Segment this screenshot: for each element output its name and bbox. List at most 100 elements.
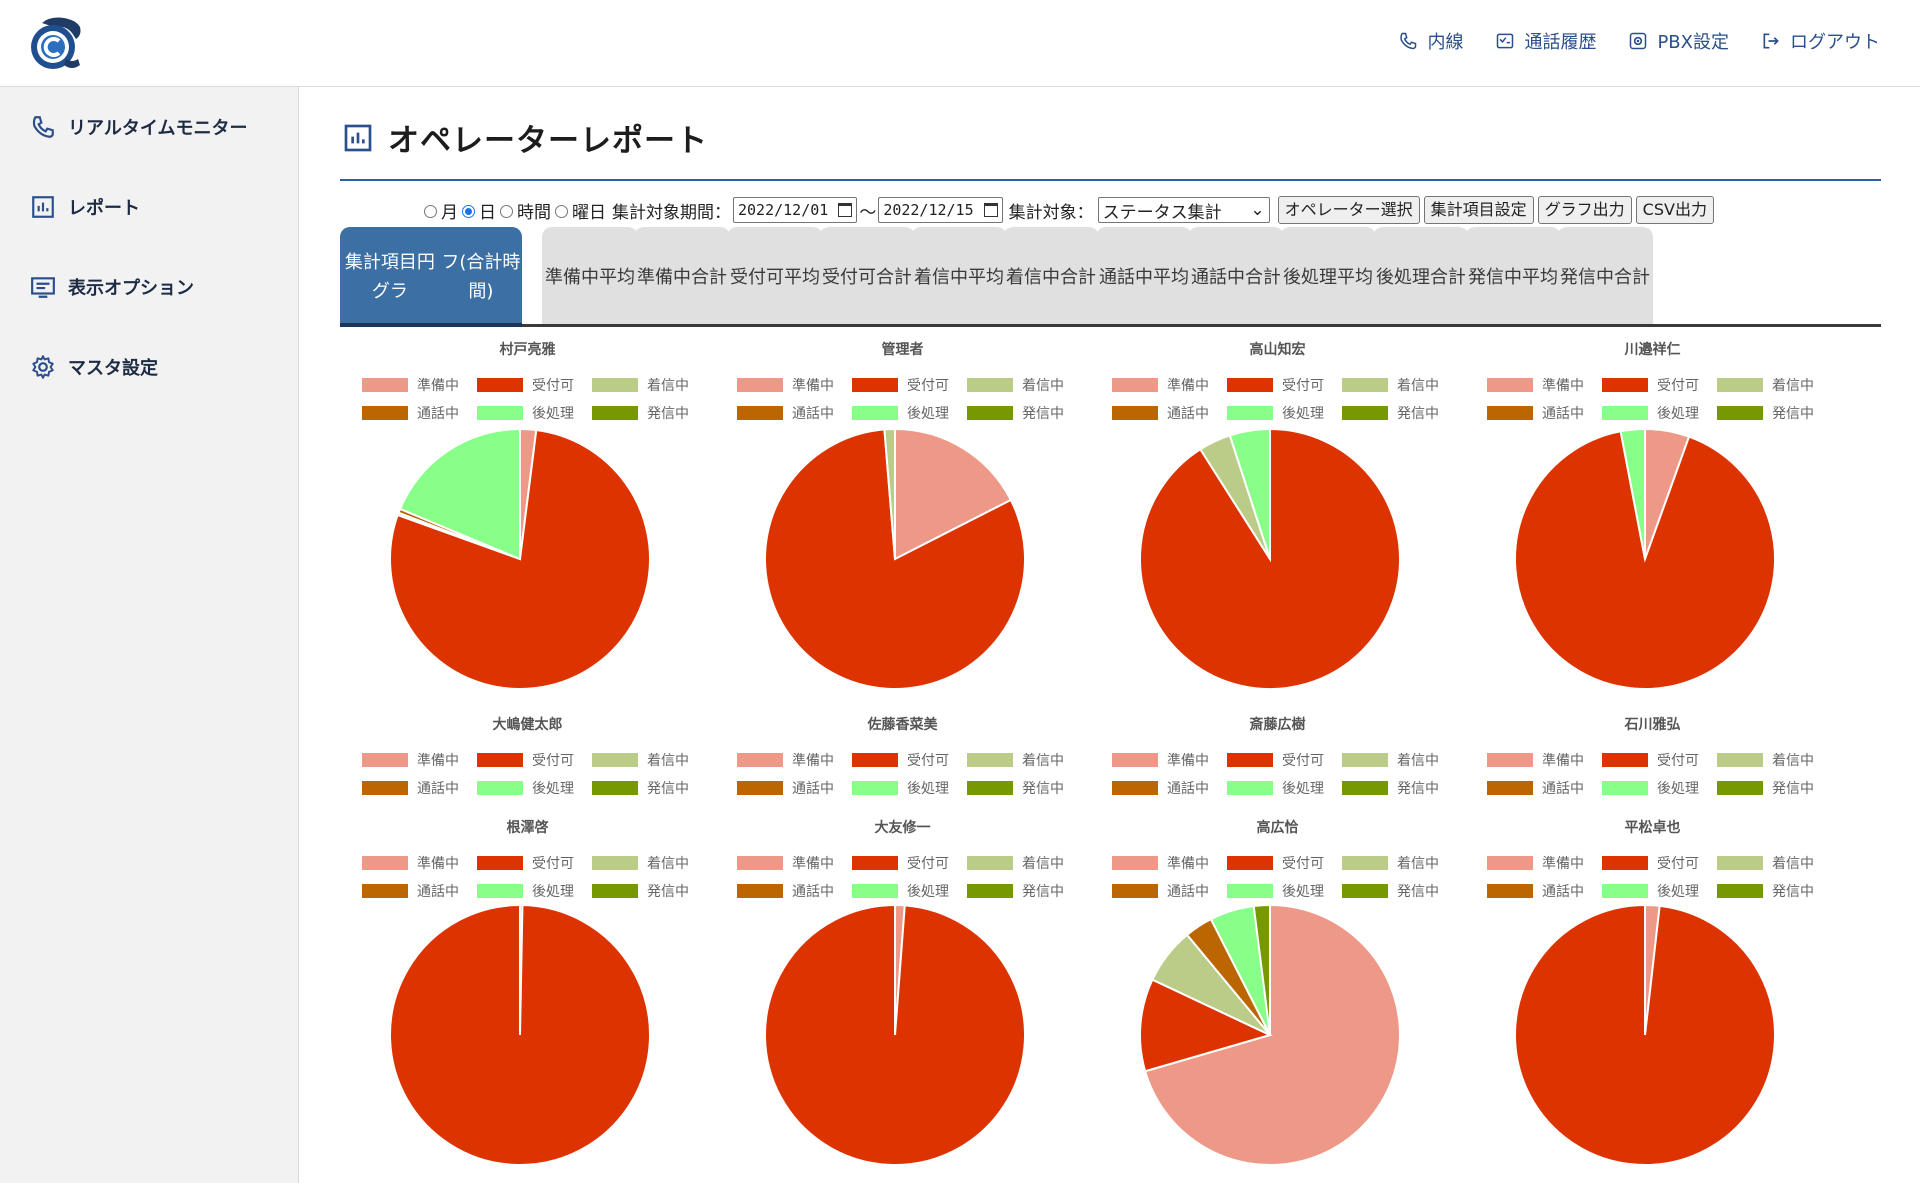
legend-item[interactable]: 通話中 [737, 778, 834, 798]
legend-item[interactable]: 通話中 [1487, 403, 1584, 423]
legend-item[interactable]: 受付可 [1602, 853, 1699, 873]
legend-item[interactable]: 後処理 [852, 403, 949, 423]
app-logo[interactable] [28, 15, 82, 71]
legend-item[interactable]: 後処理 [477, 778, 574, 798]
legend-item[interactable]: 準備中 [1487, 853, 1584, 873]
legend-item[interactable]: 発信中 [967, 403, 1064, 423]
tab-9[interactable]: 後処理 平均 [1280, 227, 1376, 324]
tab-3[interactable]: 受付可 平均 [727, 227, 823, 324]
sidebar-item-master-settings[interactable]: マスタ設定 [30, 354, 158, 380]
legend-item[interactable]: 後処理 [1227, 881, 1324, 901]
legend-item[interactable]: 着信中 [1342, 750, 1439, 770]
nav-call-history[interactable]: 通話履歴 [1495, 28, 1596, 54]
legend-item[interactable]: 準備中 [362, 750, 459, 770]
legend-item[interactable]: 発信中 [592, 881, 689, 901]
legend-item[interactable]: 発信中 [967, 778, 1064, 798]
tab-7[interactable]: 通話中 平均 [1096, 227, 1192, 324]
period-radio-weekday[interactable] [555, 204, 568, 218]
target-select[interactable]: ステータス集計 ⌄ [1097, 197, 1270, 223]
tab-12[interactable]: 発信中 合計 [1557, 227, 1653, 324]
legend-item[interactable]: 通話中 [1112, 881, 1209, 901]
legend-item[interactable]: 発信中 [592, 778, 689, 798]
operator-select-button[interactable]: オペレーター選択 [1277, 196, 1420, 224]
tab-0[interactable]: 集計項目円グラ フ(合計時間) [340, 227, 522, 324]
legend-item[interactable]: 受付可 [477, 750, 574, 770]
legend-item[interactable]: 発信中 [592, 403, 689, 423]
nav-extension[interactable]: 内線 [1398, 28, 1463, 54]
legend-item[interactable]: 発信中 [1717, 403, 1814, 423]
tab-5[interactable]: 着信中 平均 [911, 227, 1007, 324]
item-settings-button[interactable]: 集計項目設定 [1423, 196, 1534, 224]
legend-item[interactable]: 後処理 [477, 881, 574, 901]
legend-item[interactable]: 発信中 [967, 881, 1064, 901]
legend-item[interactable]: 受付可 [852, 375, 949, 395]
legend-item[interactable]: 準備中 [1112, 750, 1209, 770]
legend-item[interactable]: 通話中 [1112, 778, 1209, 798]
calendar-icon[interactable] [983, 203, 998, 217]
legend-item[interactable]: 準備中 [1487, 375, 1584, 395]
legend-item[interactable]: 受付可 [852, 853, 949, 873]
graph-export-button[interactable]: グラフ出力 [1537, 196, 1632, 224]
period-radio-day[interactable] [462, 204, 475, 218]
legend-item[interactable]: 後処理 [1602, 778, 1699, 798]
legend-item[interactable]: 準備中 [362, 853, 459, 873]
period-radio-month[interactable] [424, 204, 437, 218]
legend-item[interactable]: 通話中 [362, 403, 459, 423]
legend-item[interactable]: 受付可 [852, 750, 949, 770]
legend-item[interactable]: 着信中 [1717, 750, 1814, 770]
legend-item[interactable]: 着信中 [1717, 375, 1814, 395]
csv-export-button[interactable]: CSV出力 [1635, 196, 1714, 224]
legend-item[interactable]: 後処理 [477, 403, 574, 423]
legend-item[interactable]: 準備中 [362, 375, 459, 395]
legend-item[interactable]: 通話中 [362, 881, 459, 901]
sidebar-item-report[interactable]: レポート [30, 194, 140, 220]
legend-item[interactable]: 受付可 [1602, 750, 1699, 770]
legend-item[interactable]: 受付可 [1227, 853, 1324, 873]
legend-item[interactable]: 通話中 [1112, 403, 1209, 423]
tab-11[interactable]: 発信中 平均 [1465, 227, 1561, 324]
calendar-icon[interactable] [838, 203, 853, 217]
legend-item[interactable]: 通話中 [1487, 778, 1584, 798]
legend-item[interactable]: 後処理 [852, 778, 949, 798]
pie-slice-受付可[interactable] [1514, 903, 1776, 1166]
legend-item[interactable]: 後処理 [852, 881, 949, 901]
tab-4[interactable]: 受付可 合計 [819, 227, 915, 324]
start-date-input[interactable]: 2022/12/01 [733, 197, 858, 223]
legend-item[interactable]: 着信中 [592, 853, 689, 873]
sidebar-item-realtime-monitor[interactable]: リアルタイムモニター [30, 114, 247, 140]
legend-item[interactable]: 着信中 [1342, 853, 1439, 873]
period-radio-hour[interactable] [500, 204, 513, 218]
legend-item[interactable]: 発信中 [1342, 403, 1439, 423]
legend-item[interactable]: 着信中 [967, 750, 1064, 770]
legend-item[interactable]: 受付可 [1227, 375, 1324, 395]
legend-item[interactable]: 着信中 [592, 375, 689, 395]
legend-item[interactable]: 着信中 [1342, 375, 1439, 395]
legend-item[interactable]: 通話中 [1487, 881, 1584, 901]
legend-item[interactable]: 準備中 [1112, 375, 1209, 395]
legend-item[interactable]: 受付可 [1227, 750, 1324, 770]
legend-item[interactable]: 準備中 [1487, 750, 1584, 770]
legend-item[interactable]: 発信中 [1717, 778, 1814, 798]
legend-item[interactable]: 発信中 [1342, 778, 1439, 798]
pie-slice-受付可[interactable] [389, 903, 651, 1166]
legend-item[interactable]: 通話中 [737, 403, 834, 423]
sidebar-item-display-options[interactable]: 表示オプション [30, 274, 194, 300]
legend-item[interactable]: 着信中 [967, 853, 1064, 873]
legend-item[interactable]: 後処理 [1602, 881, 1699, 901]
legend-item[interactable]: 着信中 [592, 750, 689, 770]
legend-item[interactable]: 受付可 [1602, 375, 1699, 395]
end-date-input[interactable]: 2022/12/15 [878, 197, 1003, 223]
legend-item[interactable]: 準備中 [737, 750, 834, 770]
tab-8[interactable]: 通話中 合計 [1188, 227, 1284, 324]
legend-item[interactable]: 後処理 [1227, 403, 1324, 423]
legend-item[interactable]: 着信中 [967, 375, 1064, 395]
legend-item[interactable]: 通話中 [737, 881, 834, 901]
legend-item[interactable]: 後処理 [1227, 778, 1324, 798]
tab-2[interactable]: 準備中 合計 [634, 227, 730, 324]
legend-item[interactable]: 後処理 [1602, 403, 1699, 423]
legend-item[interactable]: 発信中 [1342, 881, 1439, 901]
tab-6[interactable]: 着信中 合計 [1003, 227, 1099, 324]
nav-logout[interactable]: ログアウト [1761, 28, 1880, 54]
tab-10[interactable]: 後処理 合計 [1373, 227, 1469, 324]
nav-pbx-settings[interactable]: PBX設定 [1628, 28, 1729, 54]
